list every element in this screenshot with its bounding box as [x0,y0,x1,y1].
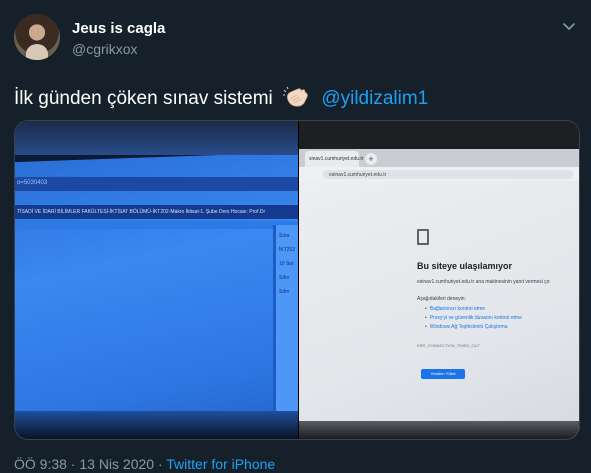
tweet-body: İlk günden çöken sınav sistemi [14,88,273,109]
suggestion-item: Windows Ağ Teşhislerini Çalıştırma [425,324,522,330]
side-panel-row: 10 Sor [279,261,294,267]
browser-url-row: esinav1.cumhuriyet.edu.tr [299,167,579,181]
error-detail: esinav1.cumhuriyet.edu.tr ana makinesini… [417,279,550,285]
tweet-header: Jeus is cagla @cgrikxox [14,12,579,62]
suggestion-item: Bağlantınızı kontrol etme [425,306,522,312]
browser-tab-bar: sinav1.cumhuriyet.edu.tr + [299,149,579,167]
photo-right[interactable]: sinav1.cumhuriyet.edu.tr + esinav1.cumhu… [299,121,579,439]
page-band [15,221,298,229]
author-name[interactable]: Jeus is cagla [72,20,165,37]
tweet-footer: ÖÖ 9:38 · 13 Nis 2020 · Twitter for iPho… [14,456,275,472]
mention-link[interactable]: @yildizalim1 [321,88,428,109]
photo-left[interactable]: o=5030403 TİSADİ VE İDARİ BİLİMLER FAKÜL… [15,121,298,439]
side-panel-row: Sıfırı [279,275,290,281]
media-grid: o=5030403 TİSADİ VE İDARİ BİLİMLER FAKÜL… [14,120,580,440]
monitor-screen [15,151,298,439]
monitor-bottom [15,411,298,439]
side-panel-row: İKT202 [279,247,296,253]
course-breadcrumb: TİSADİ VE İDARİ BİLİMLER FAKÜLTESİ-İKTİS… [15,205,298,219]
address-bar: o=5030403 [15,177,298,191]
tweet-text: İlk günden çöken sınav sistemi @yildizal… [14,86,428,110]
timestamp[interactable]: ÖÖ 9:38 · 13 Nis 2020 · [14,456,166,472]
avatar[interactable] [14,14,60,60]
suggestion-item: Proxy'yi ve güvenlik duvarını kontrol et… [425,315,522,321]
chevron-down-icon[interactable] [561,18,577,34]
page-error-icon [417,229,429,245]
browser-tab: sinav1.cumhuriyet.edu.tr [305,151,363,167]
source-link[interactable]: Twitter for iPhone [166,456,275,472]
side-panel-row: Sıfırı [279,289,290,295]
error-title: Bu siteye ulaşılamıyor [417,261,513,271]
monitor-bottom [299,421,579,439]
browser-url: esinav1.cumhuriyet.edu.tr [323,170,573,179]
exam-side-panel: Sına İKT202 10 Sor Sıfırı Sıfırı [273,225,298,415]
error-page: Bu siteye ulaşılamıyor esinav1.cumhuriye… [299,181,579,439]
reload-button: Yeniden Yükle [421,369,465,379]
side-panel-header: Sına [279,233,290,239]
author-handle[interactable]: @cgrikxox [72,41,138,57]
clapping-hands-emoji [283,86,308,107]
plus-icon: + [365,153,377,165]
error-code: ERR_CONNECTION_TIMED_OUT [417,343,480,348]
monitor-bezel [15,121,298,155]
try-label: Aşağıdakileri deneyin: [417,296,466,302]
suggestion-list: Bağlantınızı kontrol etme Proxy'yi ve gü… [425,306,522,333]
